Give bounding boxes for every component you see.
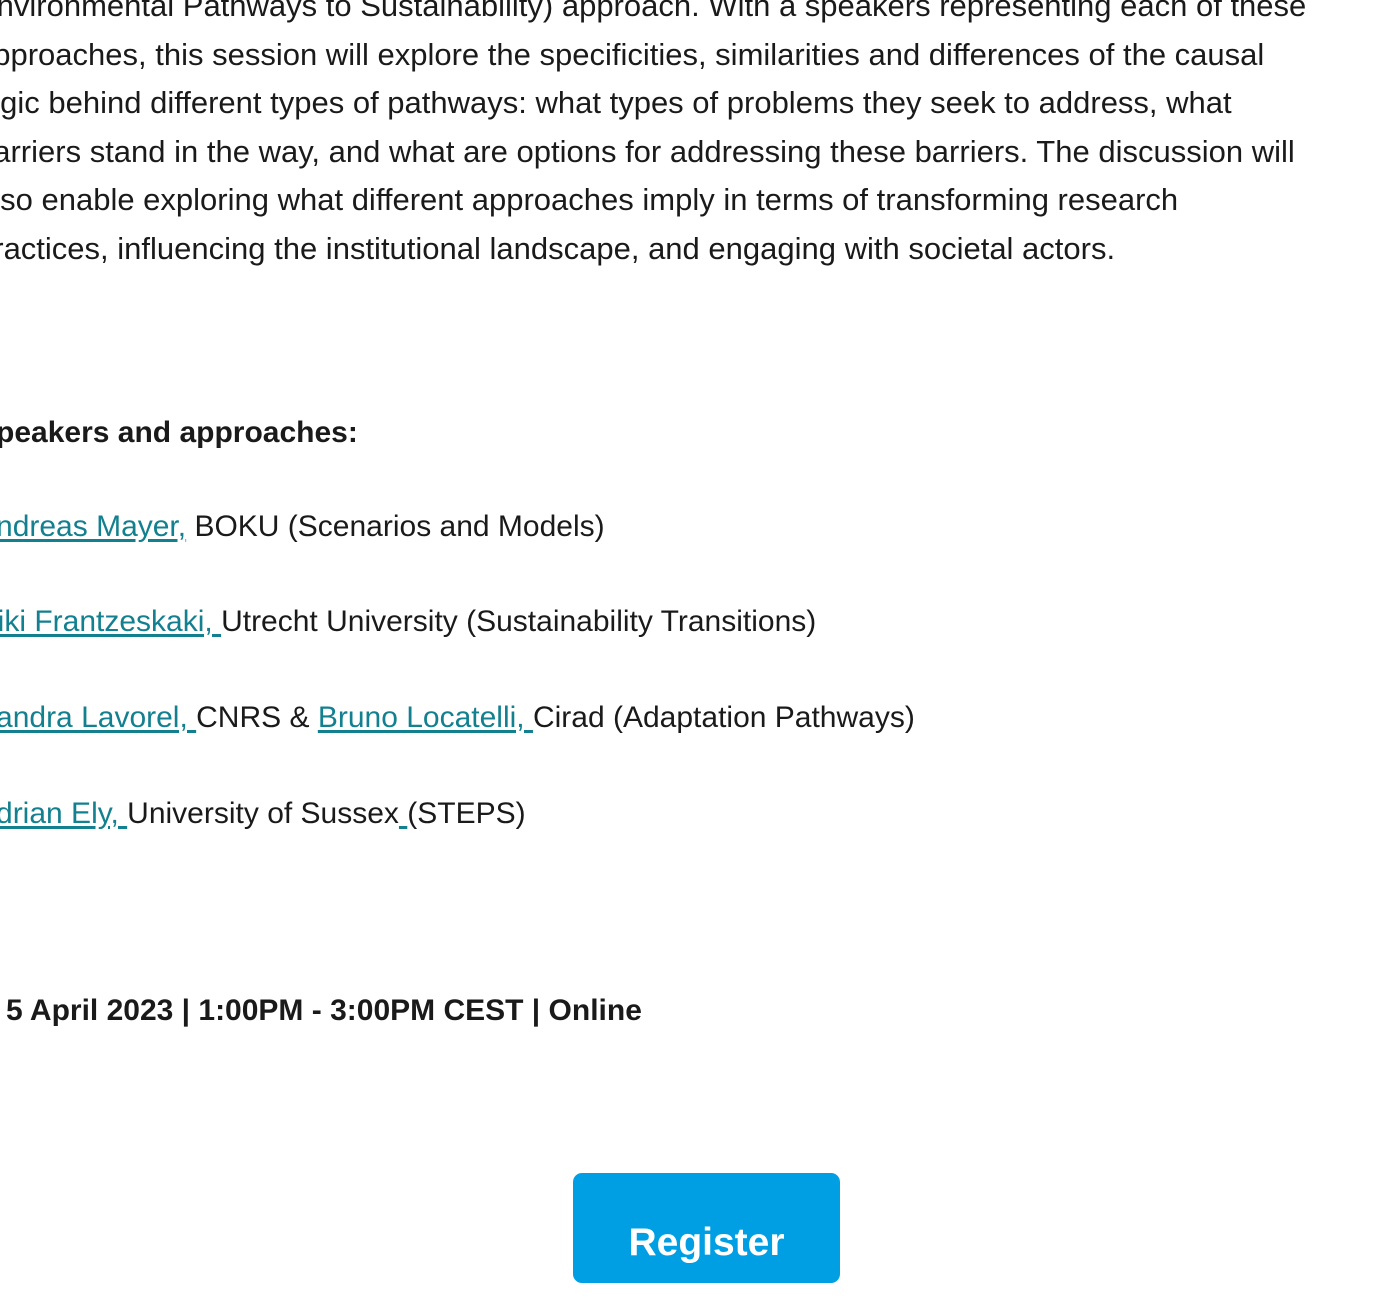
speakers-heading: Speakers and approaches: bbox=[0, 416, 358, 449]
speaker-affiliation: Cirad (Adaptation Pathways) bbox=[532, 701, 915, 734]
description-line: Environmental Pathways to Sustainability… bbox=[0, 0, 1307, 23]
description: Environmental Pathways to Sustainability… bbox=[0, 0, 1386, 273]
description-line: logic behind different types of pathways… bbox=[0, 85, 1232, 120]
speaker-link[interactable]: Andreas Mayer, bbox=[0, 510, 186, 543]
speaker-link[interactable]: Sandra Lavorel, bbox=[0, 701, 196, 734]
speaker-affiliation: University of Sussex bbox=[127, 797, 399, 830]
description-line: also enable exploring what different app… bbox=[0, 182, 1179, 217]
event-content: Environmental Pathways to Sustainability… bbox=[0, 0, 1386, 1027]
speaker-link[interactable]: Bruno Locatelli, bbox=[318, 701, 533, 734]
description-line: approaches, this session will explore th… bbox=[0, 36, 1265, 72]
speaker-item: Niki Frantzeskaki, Utrecht University (S… bbox=[0, 602, 816, 642]
event-date-time: 5 April 2023 | 1:00PM - 3:00PM CEST | On… bbox=[6, 994, 642, 1027]
speaker-item: Sandra Lavorel, CNRS & Bruno Locatelli, … bbox=[0, 698, 915, 738]
speaker-affiliation: Utrecht University (Sustainability Trans… bbox=[221, 605, 817, 638]
description-line: practices, influencing the institutional… bbox=[0, 230, 1116, 266]
speaker-item: Adrian Ely, University of Sussex (STEPS) bbox=[0, 794, 526, 834]
speaker-affiliation: CNRS & bbox=[196, 701, 318, 734]
speaker-item: Andreas Mayer, BOKU (Scenarios and Model… bbox=[0, 507, 605, 547]
speaker-link[interactable]: Niki Frantzeskaki, bbox=[0, 605, 221, 638]
register-button[interactable]: Register bbox=[573, 1173, 840, 1283]
speaker-link[interactable]: Adrian Ely, bbox=[0, 797, 127, 830]
description-line: barriers stand in the way, and what are … bbox=[0, 133, 1295, 169]
speaker-affiliation: BOKU (Scenarios and Models) bbox=[186, 510, 605, 543]
speaker-affiliation: (STEPS) bbox=[407, 797, 526, 830]
